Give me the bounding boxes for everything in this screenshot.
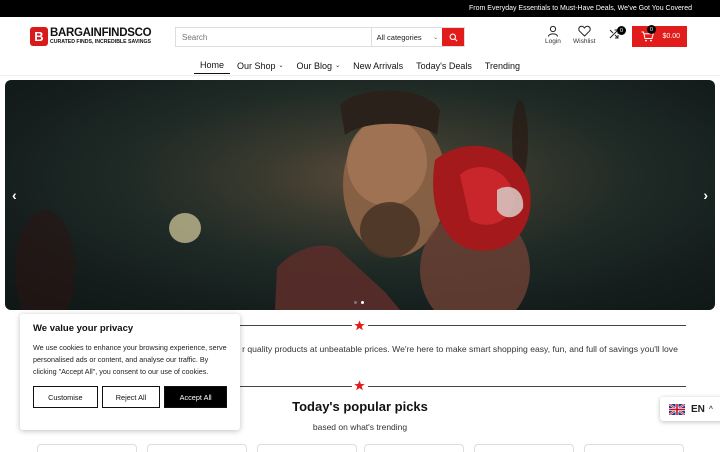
hero-image (15, 90, 531, 310)
nav-home[interactable]: Home (193, 57, 230, 74)
logo-mark: B (30, 27, 48, 46)
nav-our-blog-label: Our Blog (296, 60, 333, 71)
compare-count-badge: 0 (617, 26, 626, 35)
wishlist-label: Wishlist (573, 38, 596, 45)
chevron-down-icon: ⌄ (278, 63, 284, 69)
chevron-up-icon: ^ (708, 405, 713, 413)
main-nav: Home Our Shop ⌄ Our Blog ⌄ New Arrivals To… (0, 57, 720, 74)
heart-icon (577, 25, 591, 37)
chevron-down-icon: ⌄ (433, 34, 439, 41)
product-cards-row (0, 444, 720, 452)
product-card[interactable] (364, 444, 464, 452)
section-title: Today's popular picks (292, 399, 428, 414)
nav-divider (0, 75, 720, 76)
chevron-down-icon: ⌄ (335, 63, 341, 69)
cart-count-badge: 0 (647, 25, 656, 34)
hero-slider[interactable]: ‹ › (5, 80, 715, 310)
nav-our-shop[interactable]: Our Shop ⌄ (231, 57, 290, 74)
section-subtitle: based on what's trending (312, 422, 408, 432)
language-code: EN (691, 403, 705, 415)
slider-dot[interactable] (354, 301, 357, 304)
nav-our-blog[interactable]: Our Blog ⌄ (291, 57, 347, 74)
nav-todays-deals[interactable]: Today's Deals (410, 57, 478, 74)
cookie-consent-banner: We value your privacy We use cookies to … (20, 314, 240, 430)
search-bar: All categories ⌄ (175, 27, 465, 47)
divider-line (368, 386, 686, 387)
product-card[interactable] (584, 444, 684, 452)
login-label: Login (545, 38, 561, 45)
nav-home-label: Home (199, 60, 224, 70)
divider-line (368, 325, 686, 326)
slider-dots (354, 301, 364, 304)
search-icon (449, 33, 458, 41)
language-switcher[interactable]: EN ^ (660, 397, 720, 421)
product-card[interactable] (474, 444, 574, 452)
logo-tagline: CURATED FINDS, INCREDIBLE SAVINGS (50, 39, 151, 46)
intro-text: r quality products at unbeatable prices.… (242, 344, 678, 354)
divider-line (240, 325, 352, 326)
nav-trending[interactable]: Trending (479, 57, 526, 74)
search-button[interactable] (442, 28, 464, 46)
reject-all-button[interactable]: Reject All (101, 386, 161, 408)
product-card[interactable] (257, 444, 357, 452)
category-select-value: All categories (376, 32, 422, 42)
site-header: B BARGAINFINDSCO CURATED FINDS, INCREDIB… (0, 17, 720, 57)
accept-all-button[interactable]: Accept All (164, 386, 227, 408)
nav-todays-deals-label: Today's Deals (416, 60, 472, 71)
user-icon (547, 25, 558, 37)
site-logo[interactable]: B BARGAINFINDSCO CURATED FINDS, INCREDIB… (30, 26, 152, 46)
customise-button[interactable]: Customise (33, 386, 98, 408)
uk-flag-icon (669, 403, 685, 415)
login-link[interactable]: Login (545, 25, 561, 45)
slider-next-button[interactable]: › (703, 187, 708, 203)
cart-button[interactable]: $0.00 (632, 26, 687, 47)
product-card[interactable] (37, 444, 137, 452)
nav-trending-label: Trending (484, 60, 521, 71)
slider-prev-button[interactable]: ‹ (12, 187, 17, 203)
star-icon (354, 320, 365, 331)
cookie-body: We use cookies to enhance your browsing … (33, 343, 227, 376)
slider-dot-active[interactable] (361, 301, 364, 304)
cart-total: $0.00 (662, 33, 680, 40)
search-input[interactable] (176, 28, 371, 46)
logo-name: BARGAINFINDSCO (50, 26, 152, 39)
announcement-bar: From Everyday Essentials to Must-Have De… (0, 0, 720, 17)
cookie-title: We value your privacy (33, 323, 134, 334)
announcement-text: From Everyday Essentials to Must-Have De… (469, 5, 692, 12)
wishlist-link[interactable]: Wishlist (573, 25, 595, 45)
nav-new-arrivals[interactable]: New Arrivals (347, 57, 409, 74)
divider-line (240, 386, 352, 387)
product-card[interactable] (147, 444, 247, 452)
nav-our-shop-label: Our Shop (236, 60, 276, 71)
star-icon (354, 380, 365, 391)
nav-new-arrivals-label: New Arrivals (353, 60, 404, 71)
category-select[interactable]: All categories ⌄ (370, 28, 443, 46)
